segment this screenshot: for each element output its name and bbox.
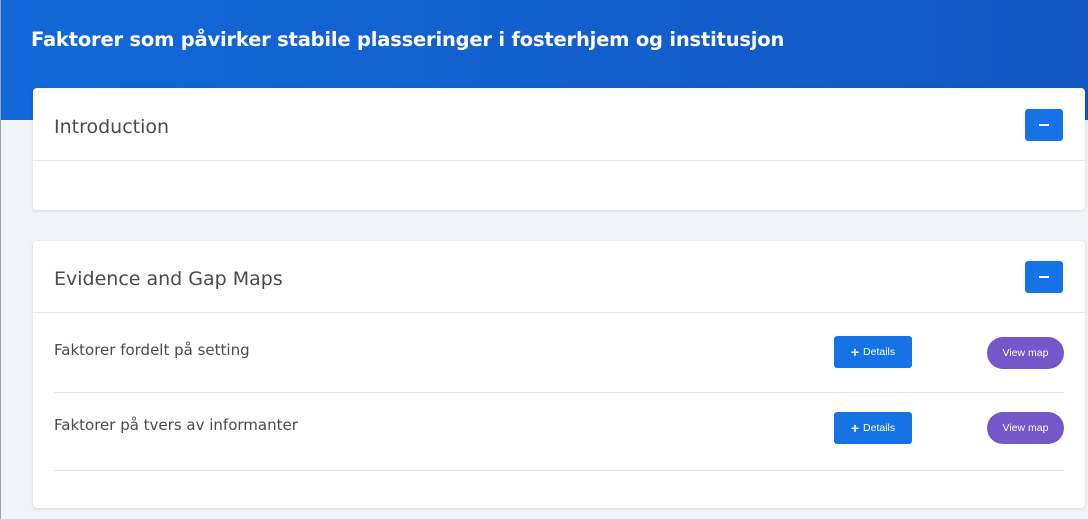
map-row: Faktorer fordelt på setting + Details Vi… <box>54 313 1064 393</box>
details-button-label: Details <box>863 422 896 434</box>
view-map-button[interactable]: View map <box>987 412 1064 444</box>
view-map-button[interactable]: View map <box>987 337 1064 369</box>
map-row-label: Faktorer fordelt på setting <box>54 341 250 359</box>
details-button-label: Details <box>863 346 896 358</box>
maps-card-header: Evidence and Gap Maps <box>33 241 1085 313</box>
minus-icon <box>1039 276 1049 278</box>
introduction-title: Introduction <box>54 116 170 138</box>
plus-icon: + <box>850 344 860 360</box>
evidence-gap-maps-card: Evidence and Gap Maps Faktorer fordelt p… <box>33 241 1085 508</box>
map-row: Faktorer på tvers av informanter + Detai… <box>54 393 1064 471</box>
plus-icon: + <box>850 420 860 436</box>
introduction-card-header: Introduction <box>33 88 1085 161</box>
introduction-card: Introduction <box>33 88 1085 210</box>
maps-collapse-button[interactable] <box>1025 261 1063 293</box>
maps-title: Evidence and Gap Maps <box>54 268 283 290</box>
details-button[interactable]: + Details <box>834 336 912 368</box>
details-button[interactable]: + Details <box>834 412 912 444</box>
page-title: Faktorer som påvirker stabile plassering… <box>31 28 785 51</box>
map-row-label: Faktorer på tvers av informanter <box>54 416 298 434</box>
minus-icon <box>1039 124 1049 126</box>
introduction-collapse-button[interactable] <box>1025 109 1063 141</box>
